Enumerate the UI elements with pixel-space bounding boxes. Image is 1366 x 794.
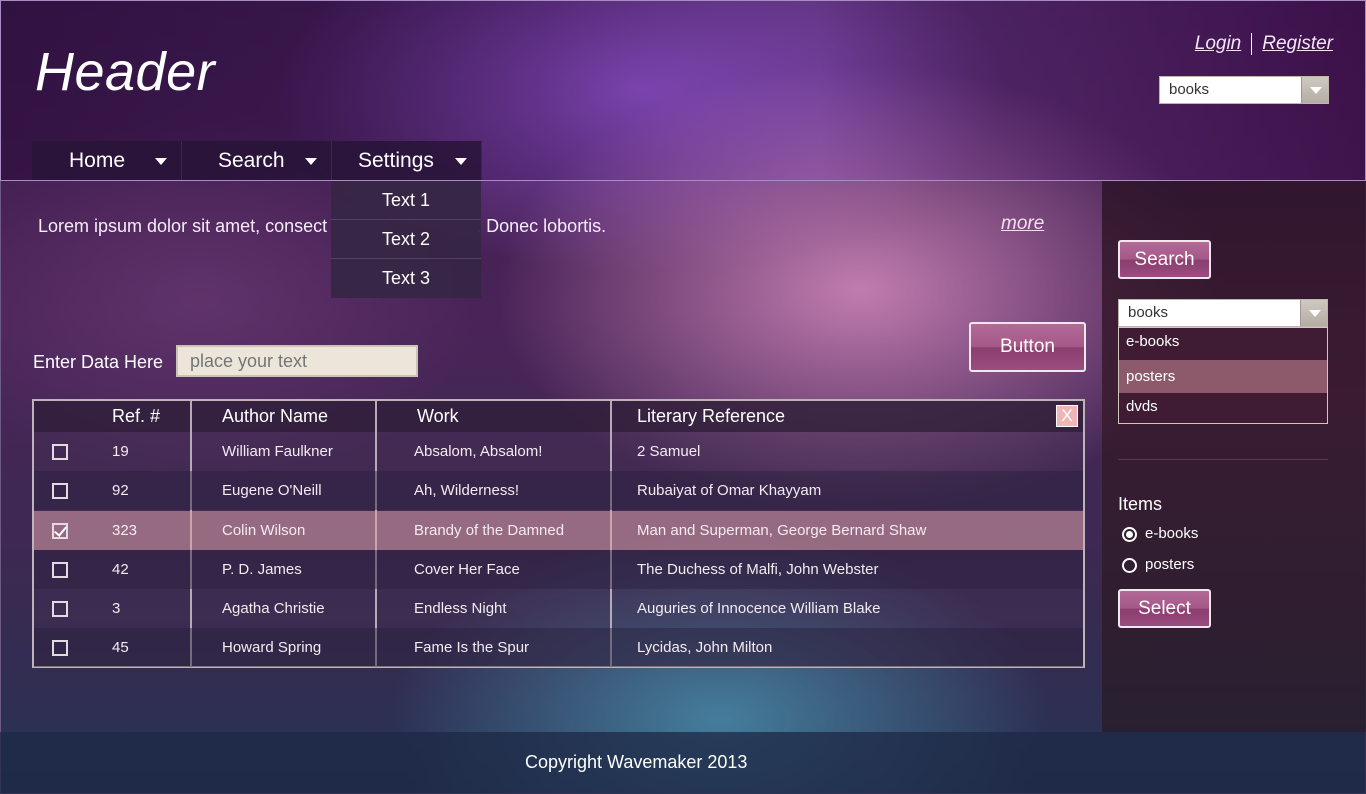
cell-reference: Lycidas, John Milton [637, 639, 773, 656]
chevron-down-icon[interactable] [1301, 77, 1328, 103]
radio-selected-icon[interactable] [1122, 526, 1137, 542]
nav-item-label: Home [69, 149, 126, 172]
footer: Copyright Wavemaker 2013 [0, 732, 1366, 794]
header-category-value: books [1169, 81, 1210, 98]
cell-work: Endless Night [414, 600, 507, 617]
cell-reference: 2 Samuel [637, 443, 701, 460]
table-row[interactable]: 19 William Faulkner Absalom, Absalom! 2 … [34, 432, 1083, 471]
cell-author: Eugene O'Neill [222, 482, 322, 499]
cell-ref: 3 [112, 600, 121, 617]
intro-text-end: . Donec lobortis. [476, 216, 607, 236]
radio-label: posters [1145, 556, 1195, 573]
nav-item-home[interactable]: Home [32, 141, 182, 180]
cell-author: Howard Spring [222, 639, 322, 656]
row-checkbox[interactable] [52, 640, 68, 656]
table-row[interactable]: 45 Howard Spring Fame Is the Spur Lycida… [34, 628, 1083, 667]
radio-ebooks[interactable]: e-books [1122, 525, 1198, 542]
header-title: Header [35, 42, 216, 102]
items-label: Items [1118, 494, 1163, 514]
form-label: Enter Data Here [33, 352, 164, 372]
auth-links: Login Register [1195, 33, 1333, 55]
radio-unselected-icon[interactable] [1122, 557, 1137, 573]
column-header-reference[interactable]: Literary Reference [637, 401, 785, 432]
cell-reference: Auguries of Innocence William Blake [637, 600, 881, 617]
footer-copyright: Copyright Wavemaker 2013 [525, 752, 748, 772]
table-row[interactable]: 42 P. D. James Cover Her Face The Duches… [34, 550, 1083, 589]
cell-reference: Man and Superman, George Bernard Shaw [637, 522, 927, 539]
intro-text: Lorem ipsum dolor sit amet, consect . Don… [38, 216, 606, 237]
intro-text-start: Lorem ipsum dolor sit amet, consect [38, 216, 328, 236]
cell-ref: 92 [112, 482, 129, 499]
close-icon[interactable]: X [1056, 405, 1078, 427]
cell-work: Absalom, Absalom! [414, 443, 543, 460]
sidebar-select-button[interactable]: Select [1118, 589, 1211, 628]
cell-author: Agatha Christie [222, 600, 325, 617]
data-input[interactable] [176, 345, 418, 377]
cell-work: Brandy of the Damned [414, 522, 565, 539]
nav-item-label: Search [218, 149, 285, 172]
nav-item-label: Settings [358, 149, 434, 172]
radio-label: e-books [1145, 525, 1199, 542]
cell-ref: 42 [112, 561, 129, 578]
dropdown-item[interactable]: Text 3 [331, 259, 481, 298]
dropdown-item[interactable]: Text 2 [331, 220, 481, 259]
sidebar-select-options: e-books posters dvds [1118, 327, 1328, 424]
auth-separator [1251, 33, 1253, 55]
cell-work: Cover Her Face [414, 561, 520, 578]
column-header-author[interactable]: Author Name [222, 401, 328, 432]
register-link[interactable]: Register [1262, 33, 1333, 54]
sidebar-select-value: books [1128, 304, 1169, 321]
cell-author: P. D. James [222, 561, 302, 578]
caret-down-icon [155, 158, 167, 165]
cell-ref: 19 [112, 443, 129, 460]
row-checkbox-checked[interactable] [52, 523, 68, 539]
row-checkbox[interactable] [52, 562, 68, 578]
select-option-dvds[interactable]: dvds [1119, 393, 1327, 423]
row-checkbox[interactable] [52, 444, 68, 460]
data-table: Ref. # Author Name Work Literary Referen… [32, 399, 1085, 668]
cell-author: William Faulkner [222, 443, 333, 460]
main-nav: Home Search Settings [32, 141, 482, 180]
cell-work: Ah, Wilderness! [414, 482, 520, 499]
sidebar-category-select[interactable]: books [1118, 299, 1328, 327]
table-row[interactable]: 3 Agatha Christie Endless Night Auguries… [34, 589, 1083, 628]
table-row[interactable]: 92 Eugene O'Neill Ah, Wilderness! Rubaiy… [34, 471, 1083, 510]
select-option-posters[interactable]: posters [1119, 360, 1327, 393]
column-header-ref[interactable]: Ref. # [112, 401, 160, 432]
nav-item-search[interactable]: Search [182, 141, 332, 180]
cell-work: Fame Is the Spur [414, 639, 530, 656]
sidebar-divider [1118, 459, 1328, 460]
settings-dropdown: Text 1 Text 2 Text 3 [331, 181, 481, 298]
header-category-select[interactable]: books [1159, 76, 1329, 104]
dropdown-item[interactable]: Text 1 [331, 181, 481, 220]
select-option-ebooks[interactable]: e-books [1119, 328, 1327, 358]
cell-ref: 45 [112, 639, 129, 656]
row-checkbox[interactable] [52, 483, 68, 499]
cell-reference: Rubaiyat of Omar Khayyam [637, 482, 822, 499]
cell-ref: 323 [112, 522, 138, 539]
login-link[interactable]: Login [1195, 33, 1242, 54]
more-link[interactable]: more [1001, 213, 1044, 235]
main-button[interactable]: Button [969, 322, 1086, 372]
nav-item-settings[interactable]: Settings [332, 141, 482, 180]
sidebar-search-button[interactable]: Search [1118, 240, 1211, 279]
table-row-selected[interactable]: 323 Colin Wilson Brandy of the Damned Ma… [34, 511, 1083, 550]
row-checkbox[interactable] [52, 601, 68, 617]
caret-down-icon [455, 158, 467, 165]
radio-posters[interactable]: posters [1122, 556, 1194, 573]
cell-reference: The Duchess of Malfi, John Webster [637, 561, 879, 578]
caret-down-icon [305, 158, 317, 165]
chevron-down-icon[interactable] [1300, 300, 1327, 326]
column-header-work[interactable]: Work [417, 401, 459, 432]
cell-author: Colin Wilson [222, 522, 306, 539]
